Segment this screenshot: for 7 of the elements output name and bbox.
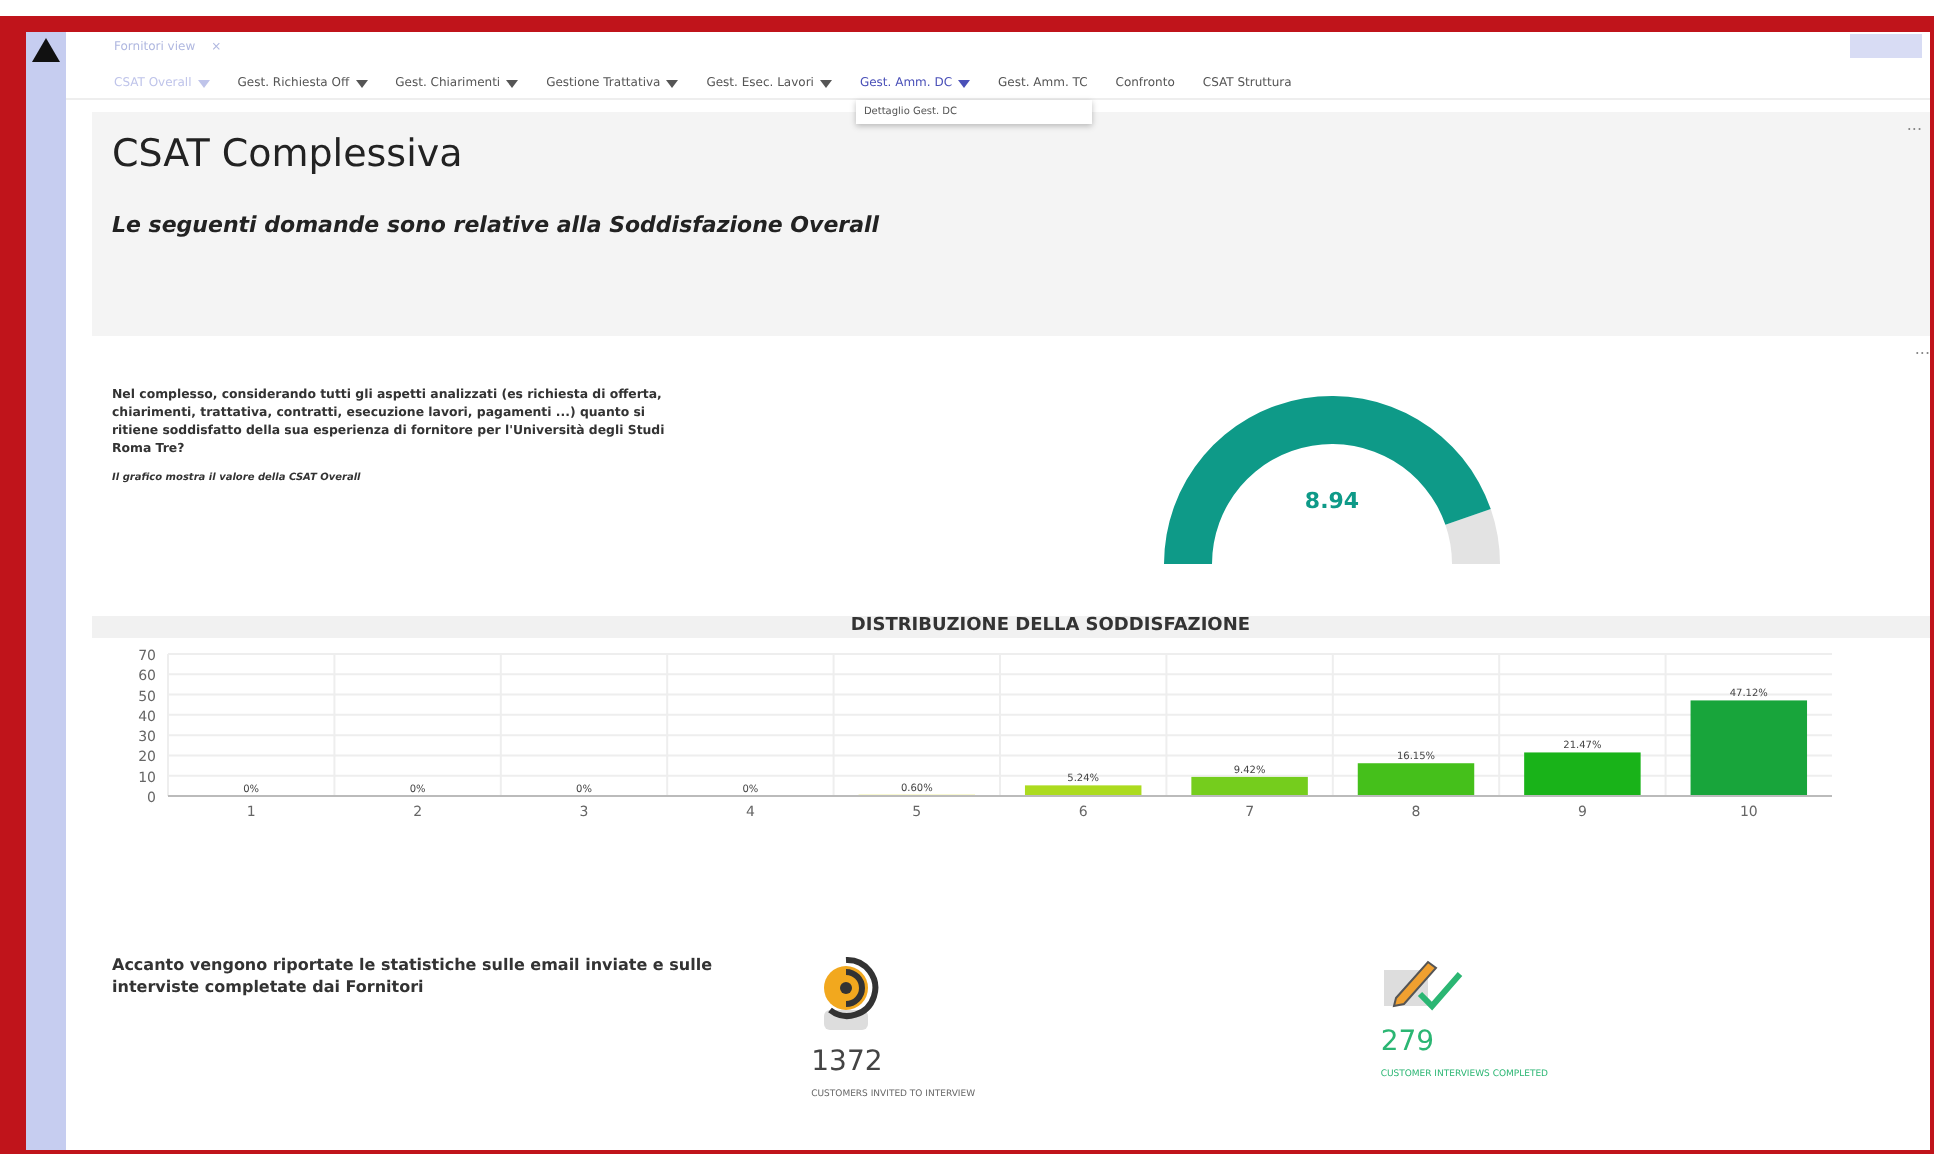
page-title: CSAT Complessiva xyxy=(112,132,465,176)
chart-title: DISTRIBUZIONE DELLA SODDISFAZIONE xyxy=(92,616,1930,638)
gauge-value: 8.94 xyxy=(1302,488,1362,514)
stats-text: Accanto vengono riportate le statistiche sulle email inviate e sulle interviste completate dai Fornitori xyxy=(112,954,714,1001)
stat-value: 279 xyxy=(1380,1026,1437,1058)
stat-value: 1372 xyxy=(811,1046,885,1078)
page-subtitle: Le seguenti domande sono relative alla Soddisfazione Overall xyxy=(112,212,882,238)
